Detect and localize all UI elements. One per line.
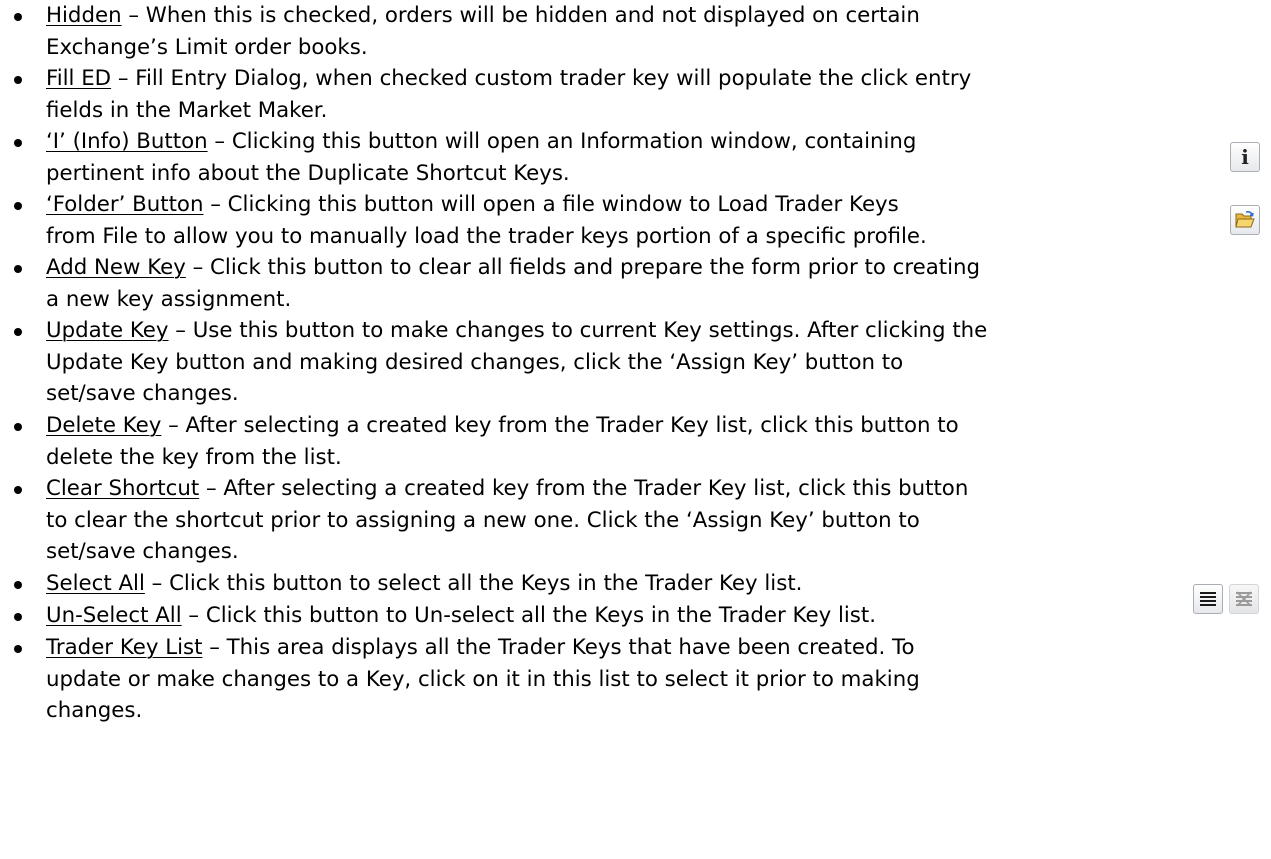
item-term: Un-Select All <box>46 603 182 628</box>
item-term: Fill ED <box>46 66 112 91</box>
item-text: ‘Folder’ Button – Clicking this button w… <box>46 189 1206 252</box>
item-term: Clear Shortcut <box>46 476 200 501</box>
item-term: Update Key <box>46 318 169 343</box>
bullet <box>14 202 22 210</box>
item-line: – Fill Entry Dialog, when checked custom… <box>111 66 972 91</box>
item-line: – Clicking this button will open a file … <box>203 192 899 217</box>
bullet <box>14 581 22 589</box>
item-line: – Click this button to clear all fields … <box>185 255 981 280</box>
item-line: from File to allow you to manually load … <box>46 223 927 249</box>
bullet <box>14 486 22 494</box>
item-line: – Click this button to select all the Ke… <box>144 571 803 596</box>
item-text: Update Key – Use this button to make cha… <box>46 315 1255 410</box>
item-text: Un-Select All – Click this button to Un-… <box>46 600 1158 632</box>
item-line: Exchange’s Limit order books. <box>46 34 368 60</box>
item-text: Trader Key List – This area displays all… <box>46 632 1255 727</box>
item-text: Fill ED – Fill Entry Dialog, when checke… <box>46 63 1255 126</box>
item-line: to clear the shortcut prior to assigning… <box>46 507 920 533</box>
bullet <box>14 613 22 621</box>
item-line: changes. <box>46 698 143 723</box>
item-line: – Clicking this button will open an Info… <box>207 129 917 154</box>
item-line: Update Key button and making desired cha… <box>46 349 904 375</box>
item-line: update or make changes to a Key, click o… <box>46 666 920 692</box>
item-term: Select All <box>46 571 145 596</box>
item-term: ‘I’ (Info) Button <box>46 129 208 154</box>
open-folder-icon <box>1230 205 1260 235</box>
unselect-all-icon <box>1229 584 1259 614</box>
select-all-icon <box>1193 584 1223 614</box>
item-line: set/save changes. <box>46 381 239 406</box>
item-line: set/save changes. <box>46 539 239 564</box>
item-line: pertinent info about the Duplicate Short… <box>46 160 570 186</box>
item-line: fields in the Market Maker. <box>46 97 328 123</box>
item-term: Delete Key <box>46 413 162 438</box>
item-term: Trader Key List <box>46 635 203 660</box>
item-term: Add New Key <box>46 255 186 280</box>
item-term: Hidden <box>46 3 122 28</box>
item-line: – After selecting a created key from the… <box>161 413 959 438</box>
item-text: ‘I’ (Info) Button – Clicking this button… <box>46 126 1158 189</box>
item-line: – Click this button to Un-select all the… <box>181 603 876 628</box>
info-icon: i <box>1230 142 1260 172</box>
item-line: – After selecting a created key from the… <box>199 476 969 501</box>
item-term: ‘Folder’ Button <box>46 192 204 217</box>
item-line: a new key assignment. <box>46 286 292 312</box>
bullet <box>14 76 22 84</box>
document-page: Hidden – When this is checked, orders wi… <box>0 0 1271 859</box>
item-text: Delete Key – After selecting a created k… <box>46 410 1255 473</box>
item-line: delete the key from the list. <box>46 444 342 470</box>
item-line: – This area displays all the Trader Keys… <box>202 635 915 660</box>
bullet <box>14 13 22 21</box>
item-line: – Use this button to make changes to cur… <box>168 318 988 343</box>
bullet <box>14 139 22 147</box>
bullet <box>14 423 22 431</box>
item-text: Add New Key – Click this button to clear… <box>46 252 1255 315</box>
item-text: Hidden – When this is checked, orders wi… <box>46 0 1255 63</box>
bullet <box>14 645 22 653</box>
bullet <box>14 328 22 336</box>
item-text: Clear Shortcut – After selecting a creat… <box>46 473 1255 568</box>
bullet <box>14 265 22 273</box>
item-text: Select All – Click this button to select… <box>46 568 1158 600</box>
item-line: – When this is checked, orders will be h… <box>121 3 920 28</box>
